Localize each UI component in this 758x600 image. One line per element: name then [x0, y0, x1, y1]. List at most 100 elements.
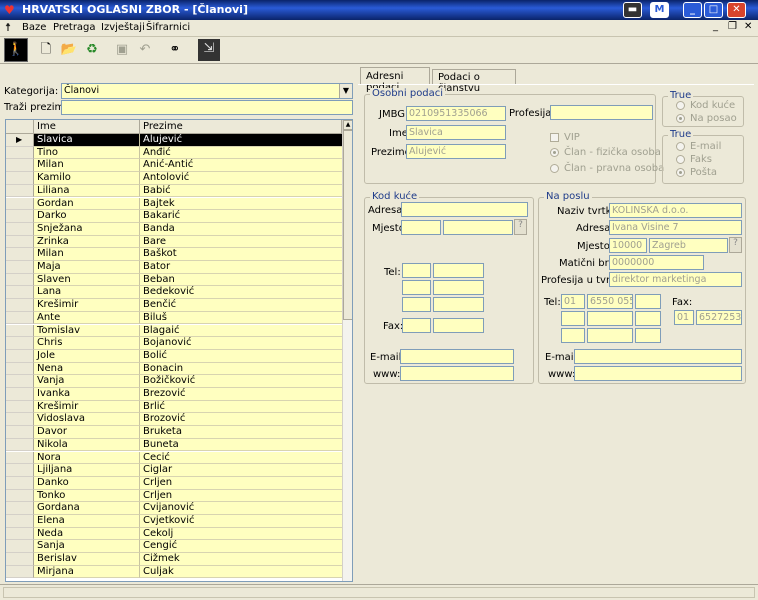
table-row[interactable]: Maja Bator	[6, 261, 342, 274]
cell-ime[interactable]: Vanja	[34, 375, 140, 388]
row-indicator[interactable]	[6, 565, 34, 579]
row-indicator[interactable]	[6, 553, 34, 566]
table-row[interactable]: Ante Biluš	[6, 311, 342, 325]
kk-www-field[interactable]	[400, 366, 514, 381]
cell-ime[interactable]: Jole	[34, 349, 140, 363]
np-mjesto-field[interactable]: Zagreb	[649, 238, 728, 253]
np-mb-field[interactable]: 0000000	[609, 255, 704, 270]
open-icon[interactable]: 📂	[59, 40, 79, 60]
child-close-icon[interactable]: ✕	[744, 21, 752, 32]
np-tel1-num[interactable]: 6550 055	[587, 294, 633, 309]
cell-ime[interactable]: Vidoslava	[34, 413, 140, 427]
menu-izvjestaji[interactable]: Izvještaji	[101, 22, 145, 33]
extra-app-icon[interactable]: ▬	[623, 2, 642, 18]
table-row[interactable]: Tino Anđić	[6, 146, 342, 160]
row-indicator[interactable]	[6, 159, 34, 173]
row-indicator[interactable]	[6, 362, 34, 376]
np-tel3-ext[interactable]	[635, 328, 661, 343]
cell-prezime[interactable]: Banda	[140, 222, 342, 236]
row-indicator[interactable]	[6, 349, 34, 363]
cell-ime[interactable]: Tino	[34, 146, 140, 160]
ime-field[interactable]: Slavica	[406, 125, 506, 140]
cell-ime[interactable]: Nena	[34, 362, 140, 376]
table-row[interactable]: Neda Čekolj	[6, 527, 342, 541]
np-tel2-pre[interactable]	[561, 311, 585, 326]
cell-prezime[interactable]: Bare	[140, 235, 342, 249]
row-indicator[interactable]	[6, 388, 34, 401]
cell-prezime[interactable]: Cvjetković	[140, 515, 342, 528]
row-indicator[interactable]	[6, 210, 34, 223]
table-row[interactable]: Jole Bolić	[6, 349, 342, 363]
np-tel1-ext[interactable]	[635, 294, 661, 309]
cell-prezime[interactable]: Bonacin	[140, 362, 342, 376]
cell-ime[interactable]: Krešimir	[34, 299, 140, 312]
cell-prezime[interactable]: Čižmek	[140, 553, 342, 566]
row-indicator[interactable]	[6, 515, 34, 528]
cell-ime[interactable]: Zrinka	[34, 235, 140, 249]
cell-ime[interactable]: Tonko	[34, 489, 140, 503]
cell-prezime[interactable]: Čekolj	[140, 527, 342, 541]
binoculars-icon[interactable]: ⚭	[165, 40, 185, 60]
search-prezime-input[interactable]	[61, 100, 353, 115]
row-indicator[interactable]	[6, 311, 34, 325]
cell-prezime[interactable]: Blagaić	[140, 324, 342, 338]
jmbg-field[interactable]: 0210951335066	[406, 106, 506, 121]
cell-ime[interactable]: Maja	[34, 261, 140, 274]
vip-checkbox[interactable]	[550, 133, 559, 142]
np-postanski-field[interactable]: 10000	[609, 238, 647, 253]
cell-prezime[interactable]: Bakarić	[140, 210, 342, 223]
row-indicator[interactable]	[6, 337, 34, 350]
grid-scrollbar[interactable]: ▲	[342, 120, 352, 581]
cell-prezime[interactable]: Bedeković	[140, 286, 342, 300]
cell-ime[interactable]: Nora	[34, 451, 140, 465]
chevron-down-icon[interactable]: ▼	[339, 84, 352, 98]
cell-prezime[interactable]: Bojanović	[140, 337, 342, 350]
row-indicator[interactable]	[6, 476, 34, 490]
kk-tel1-num[interactable]	[433, 263, 484, 278]
column-header-prezime[interactable]: Prezime	[140, 120, 342, 134]
np-tel2-ext[interactable]	[635, 311, 661, 326]
table-row[interactable]: Snježana Banda	[6, 222, 342, 236]
np-tel3-num[interactable]	[587, 328, 633, 343]
np-tel2-num[interactable]	[587, 311, 633, 326]
cell-prezime[interactable]: Biluš	[140, 311, 342, 325]
table-row[interactable]: Nikola Buneta	[6, 438, 342, 452]
row-indicator[interactable]	[6, 286, 34, 300]
table-row[interactable]: Zrinka Bare	[6, 235, 342, 249]
cell-ime[interactable]: Chris	[34, 337, 140, 350]
scroll-up-icon[interactable]: ▲	[343, 120, 352, 130]
cell-prezime[interactable]: Bajtek	[140, 197, 342, 211]
kk-adresa-field[interactable]	[401, 202, 528, 217]
clan-pravna-radio[interactable]	[550, 164, 559, 173]
table-row[interactable]: Danko Crljen	[6, 476, 342, 490]
cell-ime[interactable]: Slavica	[34, 134, 140, 147]
child-restore-icon[interactable]: ❐	[728, 21, 737, 32]
row-indicator[interactable]	[6, 464, 34, 477]
np-tvrtka-field[interactable]: KOLINSKA d.o.o.	[609, 203, 742, 218]
kod-kuce-radio[interactable]	[676, 101, 685, 110]
cell-prezime[interactable]: Baškot	[140, 248, 342, 261]
cell-prezime[interactable]: Crljen	[140, 476, 342, 490]
kk-tel3-num[interactable]	[433, 297, 484, 312]
profesija-field[interactable]	[550, 105, 653, 120]
table-row[interactable]: Ivanka Brezović	[6, 388, 342, 401]
cell-prezime[interactable]: Cecić	[140, 451, 342, 465]
cell-ime[interactable]: Mirjana	[34, 565, 140, 579]
np-www-field[interactable]	[574, 366, 742, 381]
tab-podaci-o-clanstvu[interactable]: Podaci o članstvu	[432, 69, 516, 94]
tab-adresni-podaci[interactable]: Adresni podaci	[360, 67, 430, 93]
np-mjesto-lookup-button[interactable]: ?	[729, 237, 742, 253]
cell-ime[interactable]: Neda	[34, 527, 140, 541]
cell-ime[interactable]: Elena	[34, 515, 140, 528]
row-indicator[interactable]	[6, 261, 34, 274]
column-header-ime[interactable]: Ime	[34, 120, 140, 134]
cell-prezime[interactable]: Čuljak	[140, 565, 342, 579]
cell-prezime[interactable]: Beban	[140, 273, 342, 287]
cell-ime[interactable]: Snježana	[34, 222, 140, 236]
email-radio[interactable]	[676, 142, 685, 151]
minimize-icon[interactable]: _	[683, 2, 702, 18]
cell-prezime[interactable]: Brozović	[140, 413, 342, 427]
table-row[interactable]: Lana Bedeković	[6, 286, 342, 300]
cell-prezime[interactable]: Brlić	[140, 400, 342, 414]
row-indicator[interactable]	[6, 426, 34, 439]
